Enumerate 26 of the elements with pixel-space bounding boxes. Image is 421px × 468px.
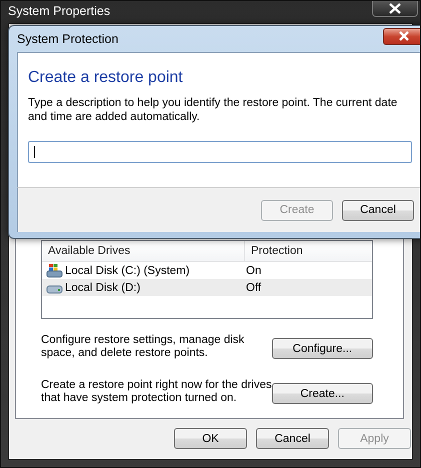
window-title: System Properties [8, 4, 110, 18]
column-header[interactable]: Available Drives [42, 241, 245, 261]
close-icon [398, 31, 410, 41]
close-icon [388, 3, 402, 14]
dialog-button[interactable]: Cancel [256, 428, 329, 449]
dialog-button[interactable]: Cancel [342, 200, 414, 220]
dialog-heading: Create a restore point [28, 69, 184, 87]
system-drive-icon [46, 263, 63, 278]
dialog-description: Type a description to help you identify the restore point. The current date and time are added automatically. [28, 96, 398, 124]
action-description: Create a restore point right now for the drives that have system protection turned on. [41, 379, 272, 405]
drive-name: Local Disk (D:) [65, 282, 140, 294]
column-header[interactable]: Protection [245, 241, 372, 261]
text-cursor [34, 146, 35, 158]
description-input[interactable] [28, 141, 412, 163]
close-button[interactable] [372, 1, 418, 17]
drive-row[interactable]: Local Disk (C:) (System) On [42, 262, 372, 279]
action-button[interactable]: Configure... [272, 338, 373, 359]
protection-status: Off [245, 282, 262, 294]
dialog-button[interactable]: OK [174, 428, 247, 449]
dialog-title: System Protection [17, 32, 118, 46]
protection-status: On [245, 264, 262, 276]
drive-row[interactable]: Local Disk (D:) Off [42, 279, 372, 296]
action-button[interactable]: Create... [272, 383, 373, 404]
action-description: Configure restore settings, manage disk space, and delete restore points. [41, 334, 246, 360]
drive-name: Local Disk (C:) (System) [65, 264, 190, 276]
close-button[interactable] [383, 28, 420, 44]
